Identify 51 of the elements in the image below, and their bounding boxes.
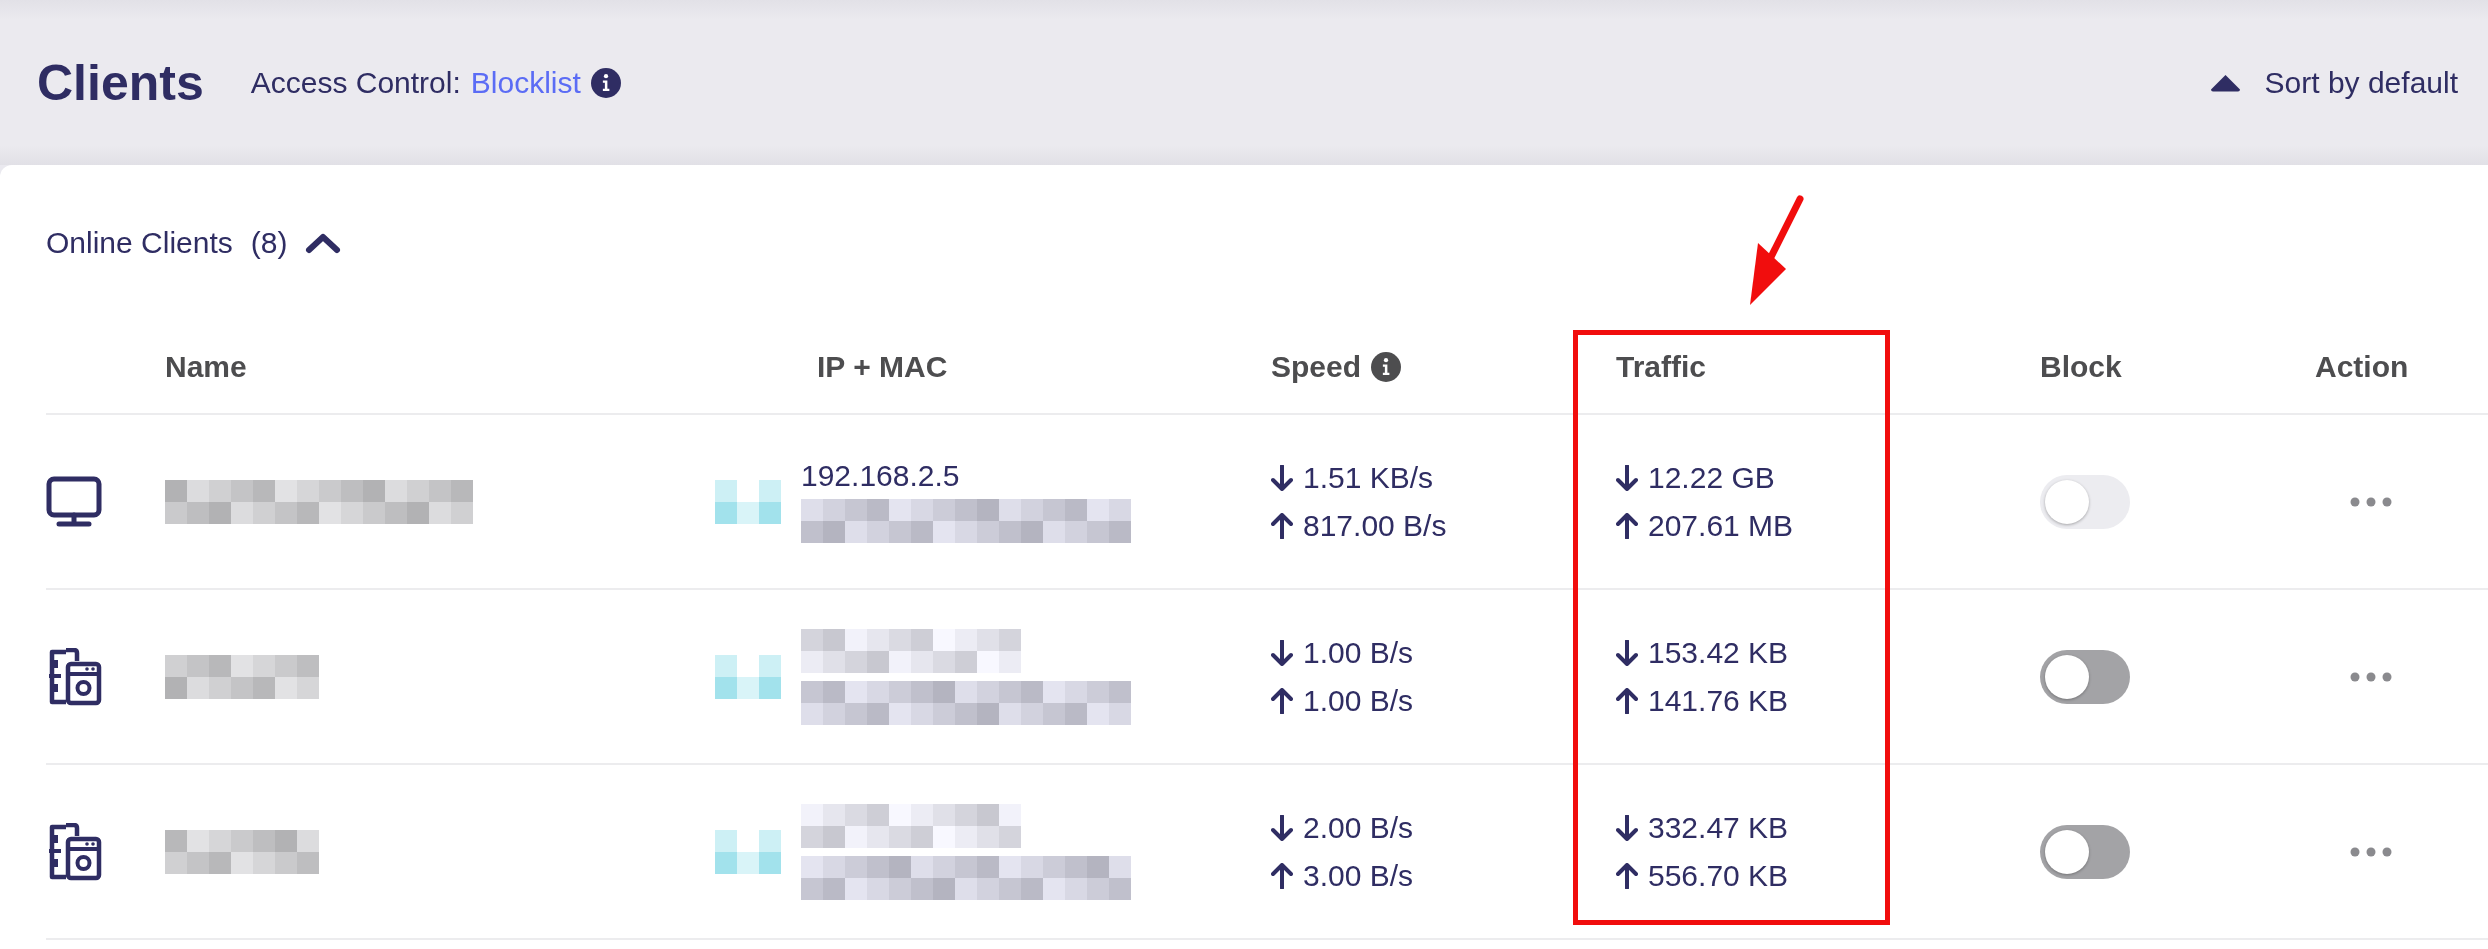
speed-value: 3.00 B/s [1303, 858, 1414, 893]
page-title: Clients [37, 53, 204, 112]
column-header: IP + MAC [817, 349, 948, 384]
column-header: Speed [1271, 349, 1362, 384]
column-header: Action [2315, 349, 2409, 384]
arrow-up-icon [1616, 512, 1638, 539]
section-title: Online Clients [46, 225, 233, 260]
caret-up-icon [2209, 73, 2241, 92]
speed-value: 1.00 B/s [1303, 683, 1414, 718]
speed-value: 1.00 B/s [1303, 635, 1414, 670]
arrow-down-icon [1616, 814, 1638, 841]
blocklist-link[interactable]: Blocklist [470, 65, 581, 100]
speed-value: 1.51 KB/s [1303, 460, 1434, 495]
block-toggle[interactable] [2040, 824, 2130, 879]
traffic-value: 141.76 KB [1648, 683, 1789, 718]
more-icon[interactable] [2350, 846, 2392, 857]
blurred-tag-drawing [715, 829, 781, 874]
traffic-value: 207.61 MB [1648, 508, 1794, 543]
ip-address: 192.168.2.5 [801, 460, 960, 491]
speed-value: 2.00 B/s [1303, 810, 1414, 845]
access-control-label: Access Control: [250, 65, 461, 100]
blurred-tag-drawing [715, 479, 781, 524]
column-header: Name [165, 349, 247, 384]
arrow-down-icon [1271, 639, 1293, 666]
column-header: Block [2040, 349, 2122, 384]
arrow-down-icon [1616, 639, 1638, 666]
traffic-value: 153.42 KB [1648, 635, 1789, 670]
arrow-down-icon [1271, 814, 1293, 841]
section-toggle[interactable]: (8) [250, 225, 342, 260]
appliance-icon [46, 822, 102, 881]
arrow-up-icon [1616, 862, 1638, 889]
traffic-value: 332.47 KB [1648, 810, 1789, 845]
traffic-value: 556.70 KB [1648, 858, 1789, 893]
sort-dropdown[interactable]: Sort by default [2264, 65, 2458, 100]
blurred-tag-drawing [715, 654, 781, 699]
arrow-up-icon [1271, 512, 1293, 539]
arrow-down-icon [1271, 464, 1293, 491]
arrow-down-icon [1616, 464, 1638, 491]
monitor-icon [46, 475, 102, 528]
info-icon[interactable] [1371, 351, 1402, 382]
info-icon[interactable] [590, 67, 621, 98]
appliance-icon [46, 647, 102, 706]
speed-value: 817.00 B/s [1303, 508, 1447, 543]
traffic-value: 12.22 GB [1648, 460, 1775, 495]
arrow-up-icon [1271, 687, 1293, 714]
arrow-up-icon [1616, 687, 1638, 714]
block-toggle[interactable] [2040, 649, 2130, 704]
more-icon[interactable] [2350, 496, 2392, 507]
column-header: Traffic [1616, 349, 1707, 384]
more-icon[interactable] [2350, 671, 2392, 682]
arrow-up-icon [1271, 862, 1293, 889]
